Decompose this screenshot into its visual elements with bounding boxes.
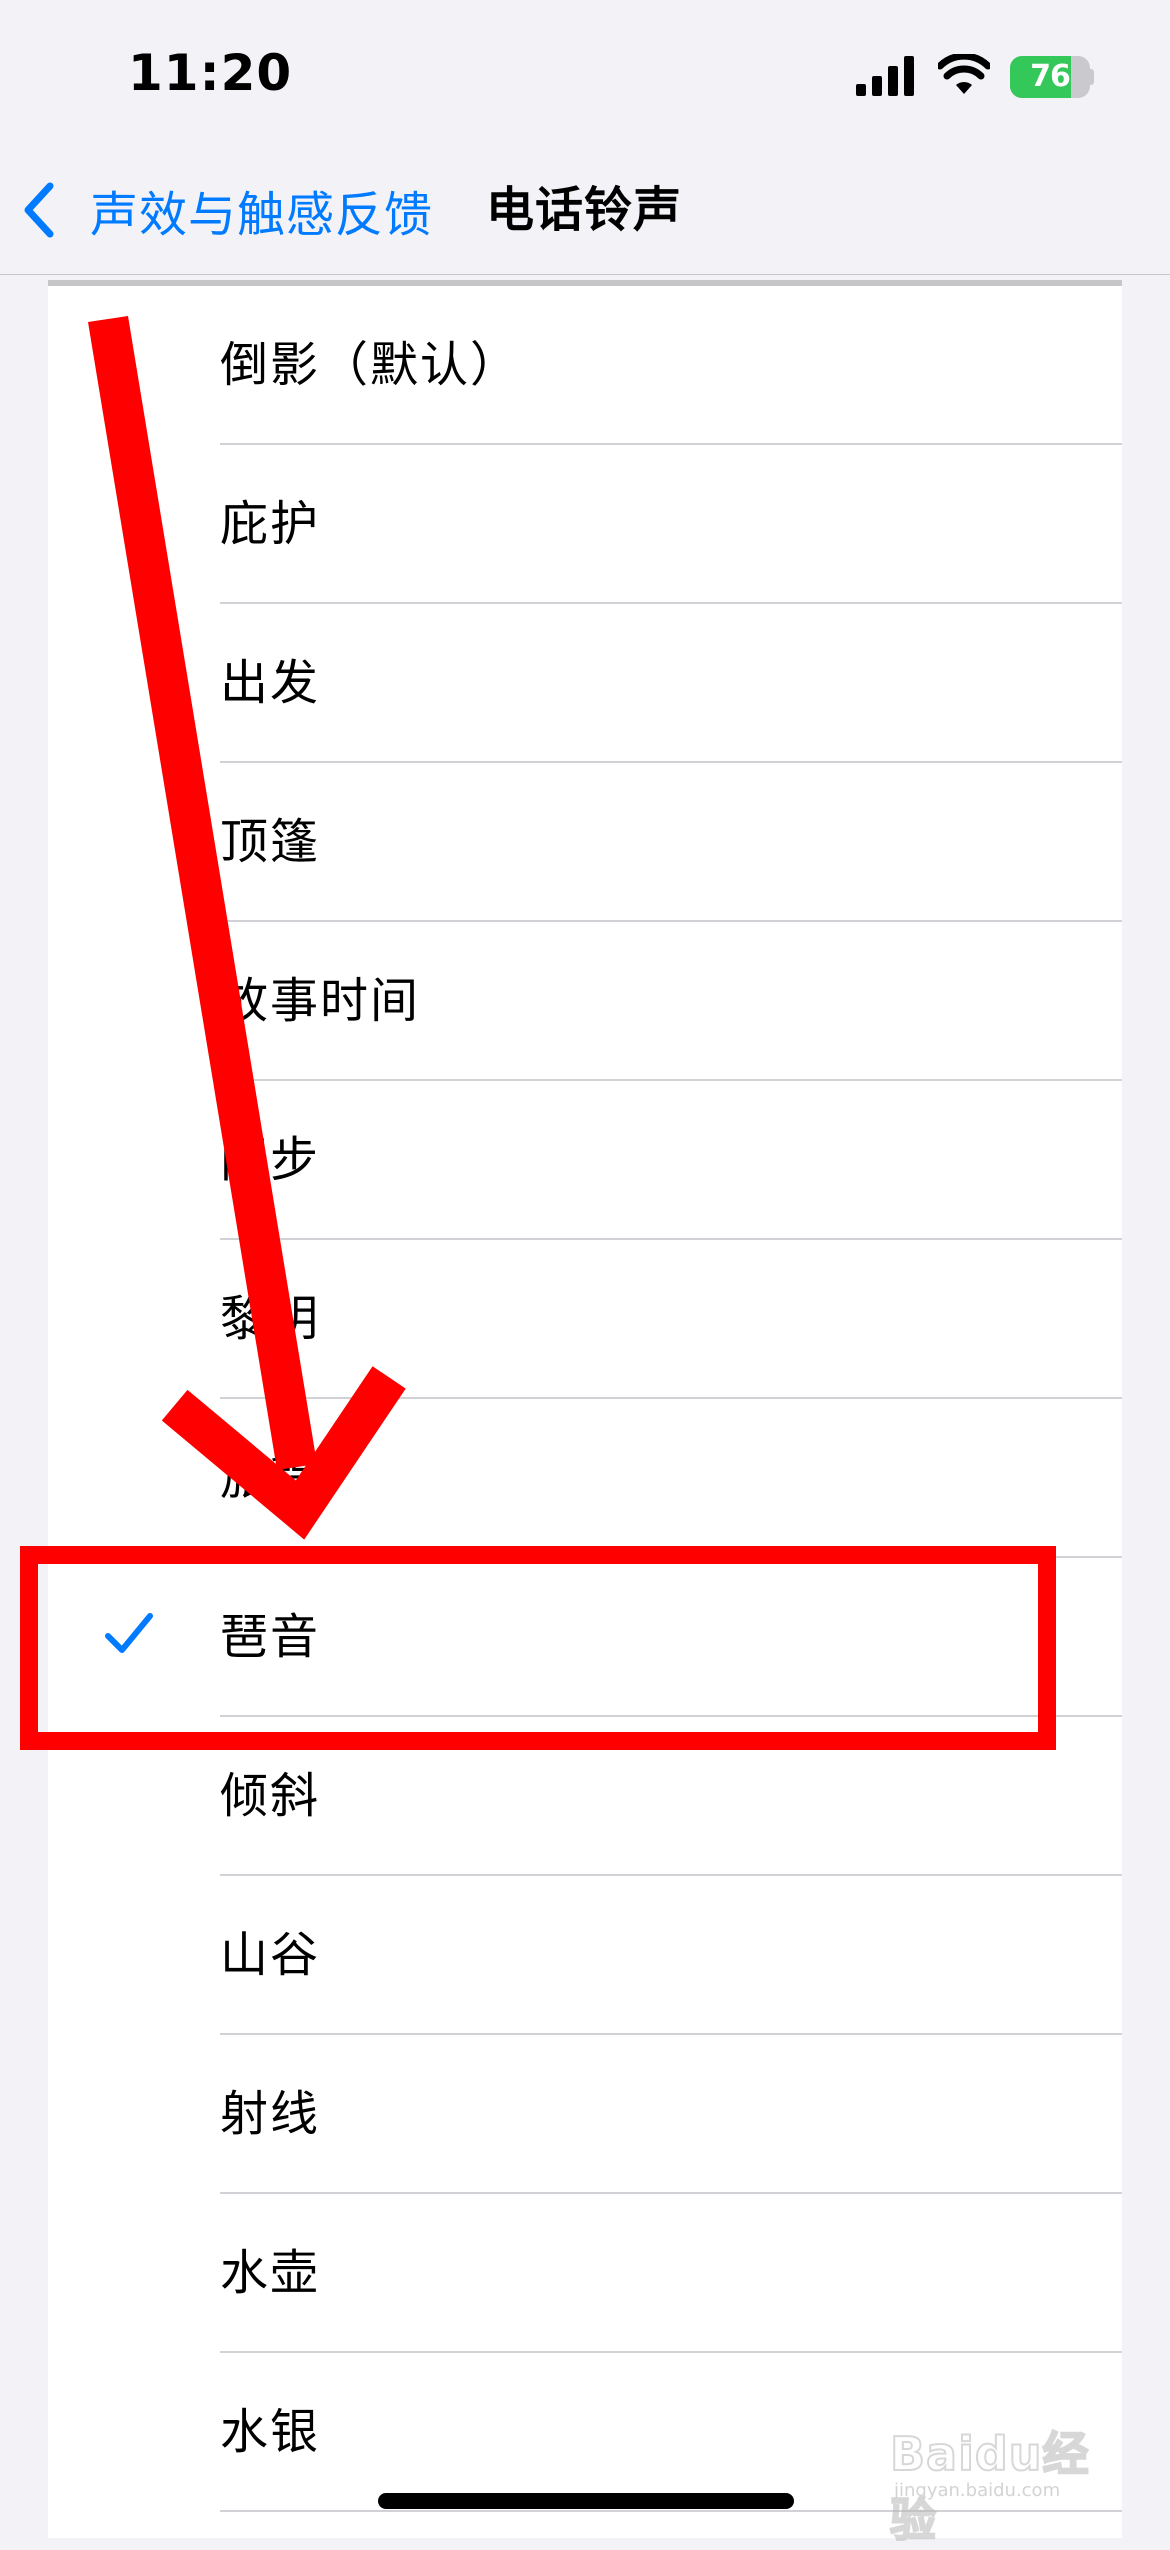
ringtone-label: 庇护 <box>220 496 321 552</box>
wifi-icon <box>938 54 990 94</box>
ringtone-row[interactable]: 倒影（默认） <box>48 286 1122 445</box>
ringtone-row[interactable]: 水银 <box>48 2353 1122 2512</box>
ringtone-row[interactable]: 故事时间 <box>48 922 1122 1081</box>
ringtone-label: 琶音 <box>220 1609 321 1665</box>
ringtone-label: 倾斜 <box>220 1768 321 1824</box>
battery-percent: 76 <box>1030 59 1071 94</box>
ringtone-row[interactable]: 山谷 <box>48 1876 1122 2035</box>
checkmark-icon <box>105 1613 153 1653</box>
ringtone-row[interactable]: 射线 <box>48 2035 1122 2194</box>
status-time: 11:20 <box>128 44 293 102</box>
ringtone-label: 出发 <box>220 655 321 711</box>
home-indicator[interactable] <box>378 2493 794 2509</box>
ringtone-row[interactable]: 琶音 <box>48 1558 1122 1717</box>
ringtone-row[interactable]: 同步 <box>48 1081 1122 1240</box>
ringtone-label: 水银 <box>220 2404 321 2460</box>
signal-icon <box>856 56 914 96</box>
ringtone-row[interactable]: 旅程 <box>48 1399 1122 1558</box>
page-title: 电话铃声 <box>486 182 683 238</box>
back-button-label: 声效与触感反馈 <box>90 187 434 243</box>
ringtone-label: 旅程 <box>220 1450 321 1506</box>
ringtone-label: 黎明 <box>220 1291 321 1347</box>
ringtone-label: 山谷 <box>220 1927 321 1983</box>
ringtone-list: 倒影（默认） 庇护出发顶篷故事时间同步黎明旅程琶音倾斜山谷射线水壶水银 <box>48 280 1122 2538</box>
ringtone-label: 水壶 <box>220 2245 321 2301</box>
row-divider <box>220 2510 1122 2512</box>
status-bar: 11:20 76 <box>0 0 1170 150</box>
ringtone-row[interactable]: 水壶 <box>48 2194 1122 2353</box>
ringtone-label: 顶篷 <box>220 814 321 870</box>
chevron-left-icon <box>24 182 54 238</box>
ringtone-row[interactable]: 顶篷 <box>48 763 1122 922</box>
ringtone-label: 同步 <box>220 1132 321 1188</box>
ringtone-row[interactable]: 黎明 <box>48 1240 1122 1399</box>
ringtone-row[interactable]: 出发 <box>48 604 1122 763</box>
battery-icon: 76 <box>1010 56 1094 98</box>
ringtone-row[interactable]: 庇护 <box>48 445 1122 604</box>
ringtone-row[interactable]: 倾斜 <box>48 1717 1122 1876</box>
ringtone-label: 故事时间 <box>220 973 421 1029</box>
navigation-bar: 声效与触感反馈 电话铃声 <box>0 150 1170 275</box>
back-button[interactable]: 声效与触感反馈 <box>20 170 433 250</box>
ringtone-label: 倒影（默认） <box>220 337 521 393</box>
ringtone-label: 射线 <box>220 2086 321 2142</box>
